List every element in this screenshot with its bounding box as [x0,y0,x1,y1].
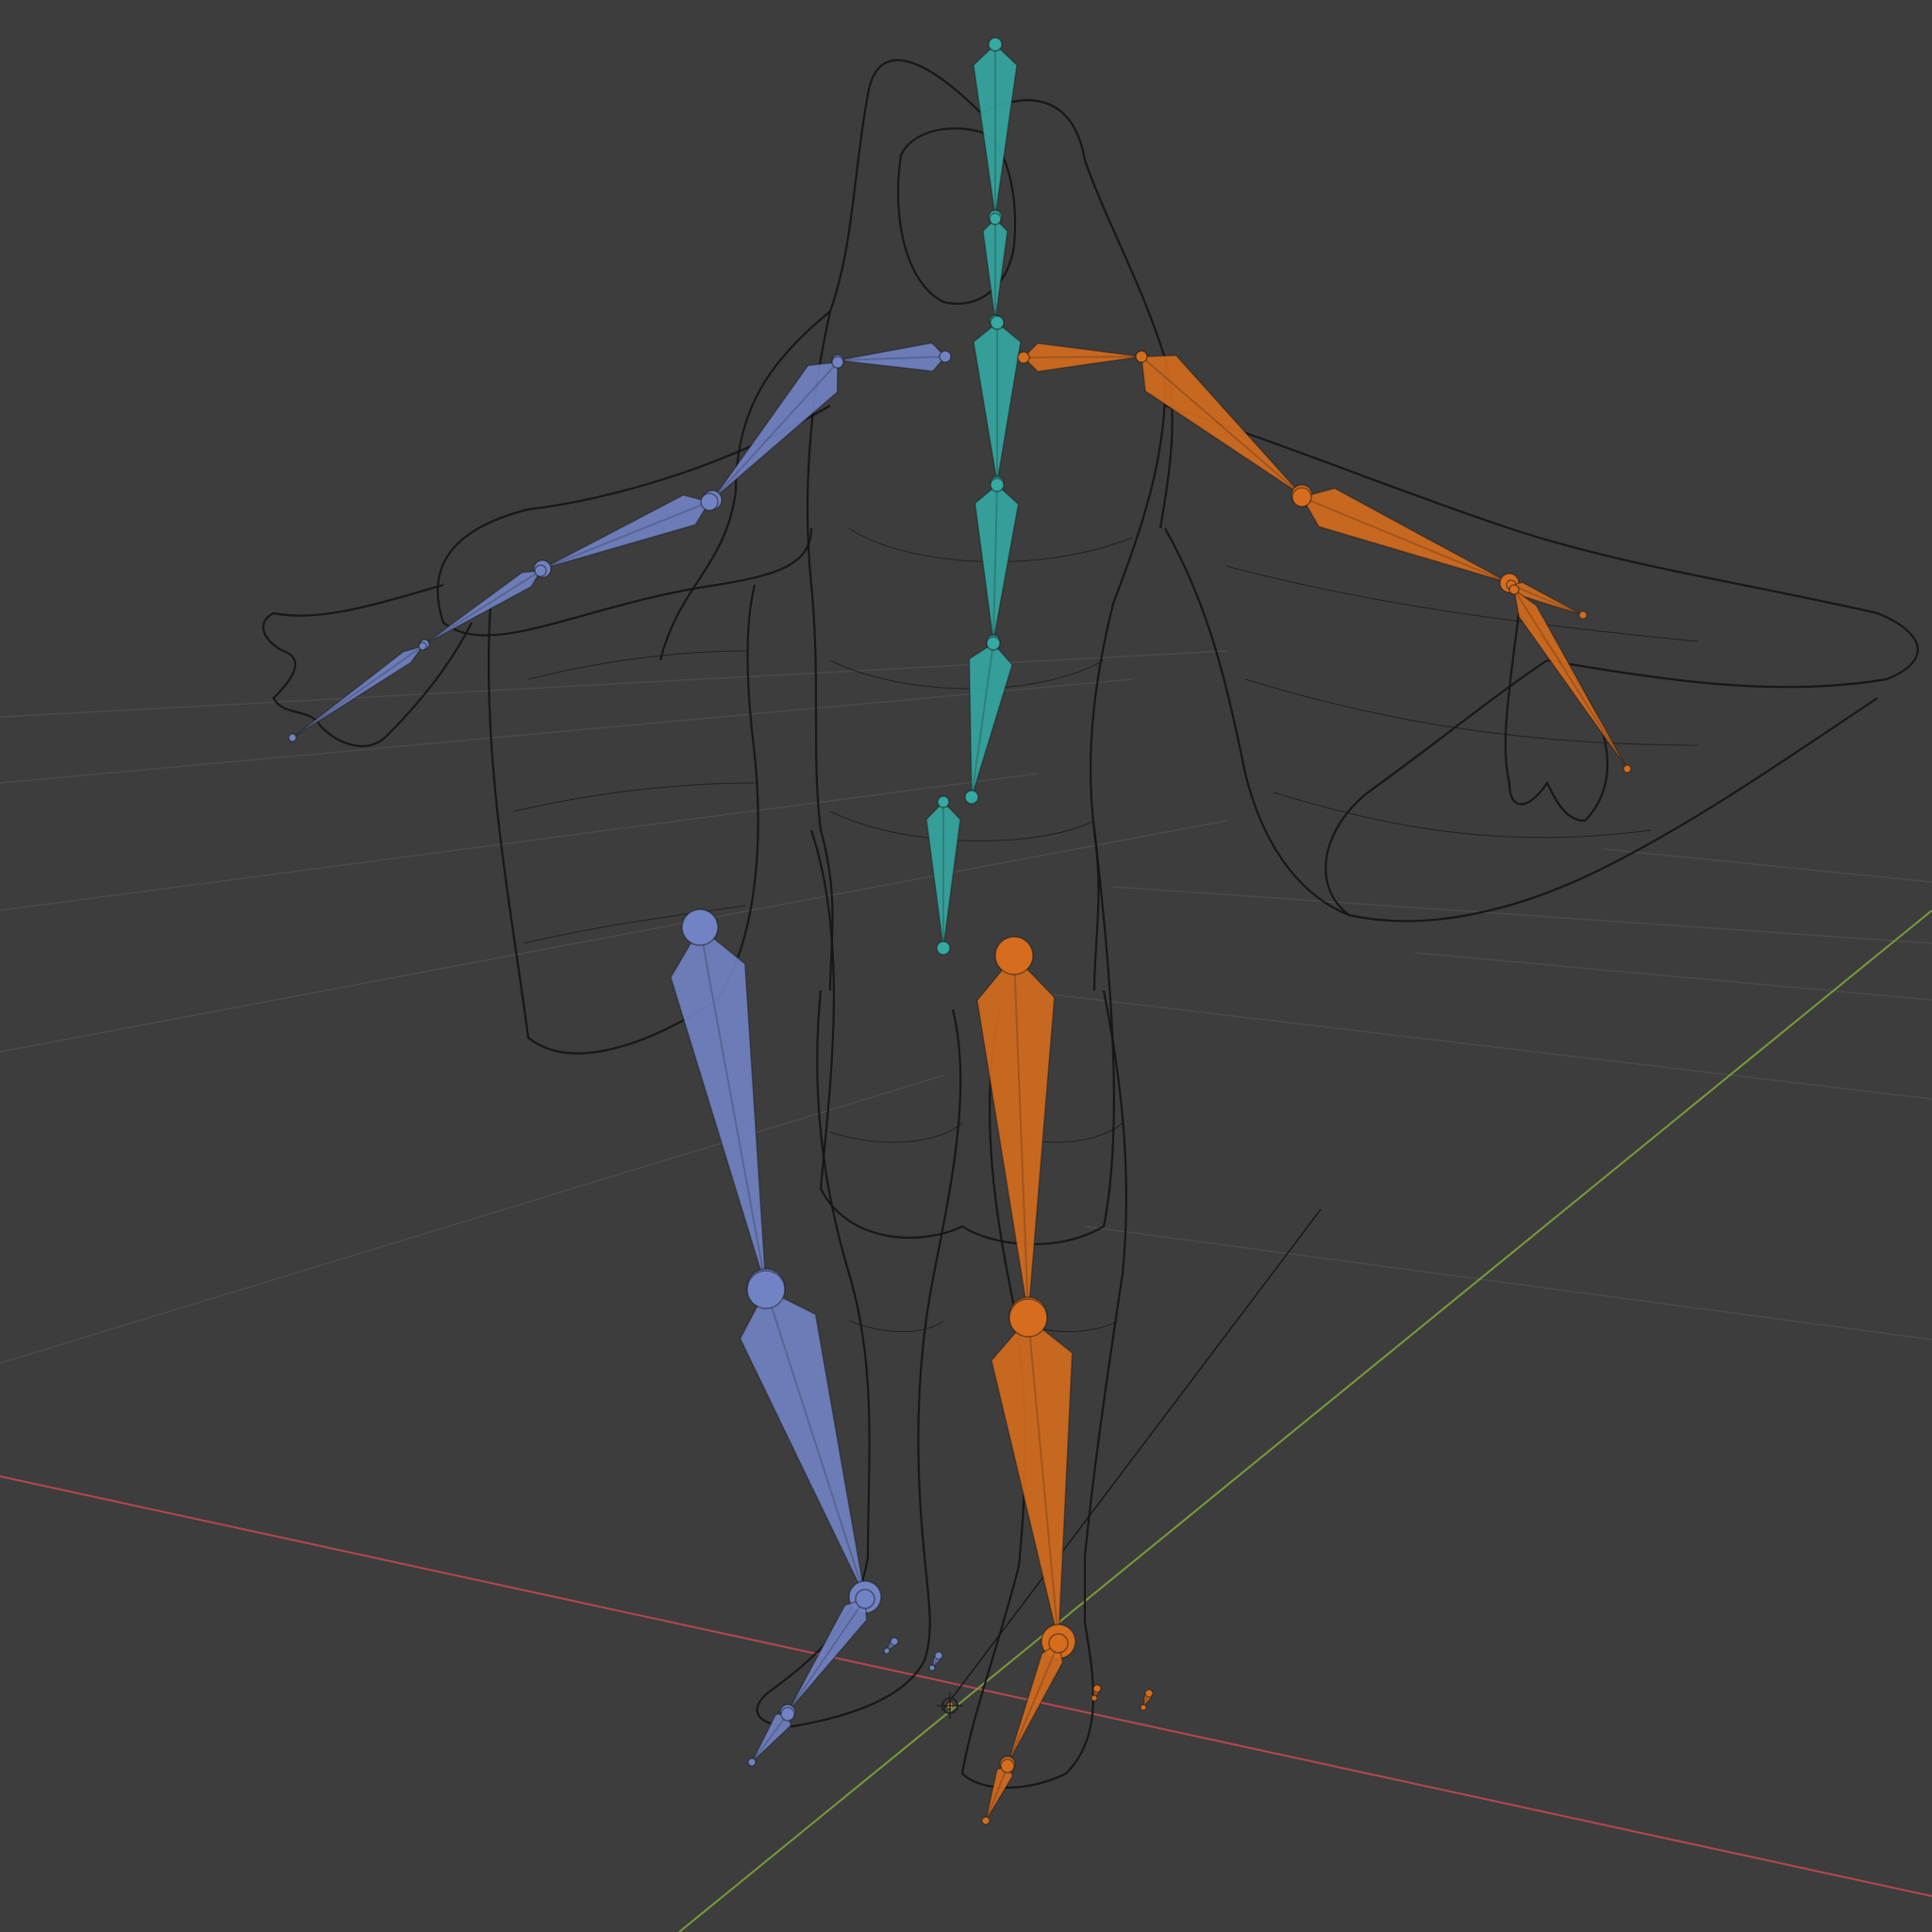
bone-forearm-l-ridge [541,501,710,570]
bone-spine-3-head-joint [990,477,1005,492]
bone-foot-r-head-joint [1048,1633,1069,1654]
bone-spine-2-head-joint [986,636,1001,651]
bone-heel-r-head-joint [1092,1684,1102,1693]
bone-shin-l-body [739,1289,866,1598]
bone-forearm-l-head-joint [700,492,719,511]
bone-spine-4[interactable] [973,315,1022,491]
bone-shoulder-r-head-joint [1017,351,1030,364]
3d-viewport[interactable] [0,0,1932,1932]
bone-neck-head-joint [989,212,1002,225]
bone-heel-l[interactable] [883,1637,899,1655]
bone-shin-r[interactable] [991,1298,1076,1659]
bone-toe-l-ridge [751,1713,789,1763]
bone-pelvis-tail-joint [936,941,951,956]
bone-toe-r-tail-joint [981,1816,991,1825]
bone-hand-l-head-joint [534,564,547,577]
bone-forearm-r-ridge [1301,496,1510,584]
bone-heel-l-head-joint [890,1637,899,1646]
bone-finger-r-head-joint [1508,584,1520,595]
bone-ik-l-head-joint [934,1651,943,1660]
bone-forearm-l[interactable] [533,492,719,578]
bone-shoulder-l-head-joint [939,350,952,363]
bone-foot-l-head-joint [855,1589,875,1609]
bone-thigh-r[interactable] [976,936,1056,1336]
bone-spine-2-tail-joint [964,790,979,805]
bone-toe-l-tail-joint [747,1757,757,1767]
bone-neck[interactable] [982,212,1008,327]
bone-shin-r-head-joint [1008,1298,1048,1338]
bone-ik-r-tail-joint [1140,1704,1147,1711]
bone-finger-l-tail-joint [288,733,297,742]
bone-shin-l-head-joint [746,1270,786,1309]
bone-ik-r-head-joint [1144,1689,1154,1698]
bone-spine-4-head-joint [990,315,1005,330]
bone-finger-l-ridge [291,645,424,739]
floor-grid [0,650,1932,1364]
bone-toe-r[interactable] [981,1758,1015,1825]
bone-pelvis-head-joint [937,795,950,808]
bone-finger-l-head-joint [418,641,427,651]
bone-ik-r[interactable] [1140,1689,1154,1711]
bone-toe-r-head-joint [1000,1758,1015,1774]
bone-upperarm-l-ridge [711,361,839,501]
bone-upperarm-r-head-joint [1135,350,1148,363]
bone-finger-r[interactable] [1508,584,1632,774]
bone-shoulder-l[interactable] [831,341,952,373]
bone-hand-r-tail-joint [1578,610,1588,620]
bone-upperarm-r-ridge [1141,356,1303,496]
bone-ik-l[interactable] [928,1651,943,1672]
bone-thigh-l-head-joint [681,908,719,946]
bone-finger-l[interactable] [288,641,427,742]
bone-finger-r-tail-joint [1623,764,1632,774]
bone-pelvis[interactable] [925,795,961,956]
bone-foot-r-ridge [1007,1642,1059,1765]
bone-shoulder-r-ridge [1023,356,1142,358]
bone-forearm-r[interactable] [1291,487,1520,593]
bone-head-head-joint [988,37,1003,52]
bone-foot-l[interactable] [779,1589,875,1721]
bone-hand-l-ridge [424,570,541,645]
x-axis-line [0,1475,1932,1897]
bone-forearm-r-head-joint [1291,487,1312,508]
viewport-canvas[interactable] [0,0,1932,1932]
bone-ik-l-tail-joint [928,1664,936,1672]
bone-thigh-l[interactable] [670,908,786,1307]
bone-head[interactable] [973,37,1018,225]
bone-toe-l-head-joint [780,1707,795,1722]
bone-heel-l-tail-joint [883,1647,891,1655]
wireframe-mesh[interactable] [262,58,1919,1790]
y-axis-line [678,909,1932,1932]
bone-thigh-l-body [670,925,767,1289]
bone-shoulder-r[interactable] [1017,342,1148,373]
bone-heel-r-tail-joint [1091,1694,1098,1702]
bone-finger-r-ridge [1513,589,1628,770]
bone-toe-l[interactable] [747,1707,795,1767]
bone-spine-2[interactable] [964,636,1013,805]
origin-cursor-icon[interactable] [937,1692,963,1719]
bone-spine-3[interactable] [974,477,1020,649]
bone-foot-l-ridge [787,1598,866,1713]
bone-foot-r[interactable] [999,1633,1069,1773]
bone-upperarm-l-head-joint [831,356,844,369]
bone-thigh-r-head-joint [994,936,1034,975]
armature-rig[interactable] [288,37,1632,1825]
bone-upperarm-l[interactable] [702,356,844,510]
bone-forearm-l-body [541,493,711,570]
bone-forearm-r-body [1300,487,1510,584]
